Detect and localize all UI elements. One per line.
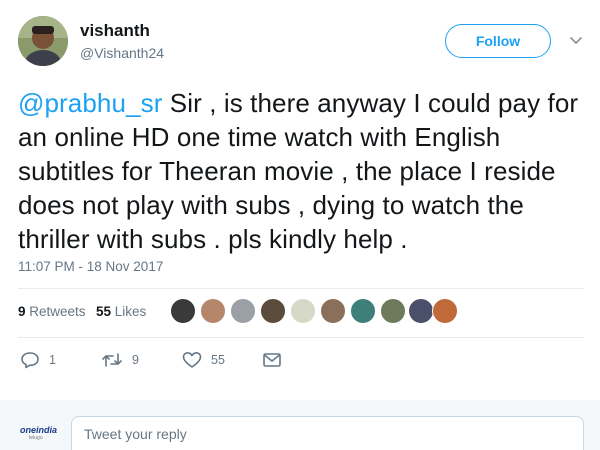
retweets-label: Retweets: [29, 304, 86, 319]
divider: [18, 337, 584, 338]
mention-link[interactable]: @prabhu_sr: [18, 88, 162, 118]
oneindia-logo: oneindia telugu: [20, 420, 60, 446]
tweet-actions: 1 9 55: [18, 345, 584, 375]
reply-input[interactable]: Tweet your reply: [71, 416, 584, 450]
follow-button[interactable]: Follow: [445, 24, 551, 58]
retweets-stat[interactable]: 9 Retweets: [18, 304, 86, 319]
retweets-count: 9: [18, 304, 26, 319]
liker-avatar[interactable]: [200, 298, 226, 324]
logo-subtext: telugu: [29, 435, 43, 441]
likes-stat[interactable]: 55 Likes: [96, 304, 146, 319]
reply-count: 1: [49, 353, 56, 367]
user-avatar[interactable]: [18, 16, 68, 66]
likes-count: 55: [96, 304, 112, 319]
heart-icon: [182, 352, 202, 368]
reply-button[interactable]: 1: [20, 349, 56, 371]
tweet-text: @prabhu_sr Sir , is there anyway I could…: [18, 86, 588, 256]
tweet-stats: 9 Retweets 55 Likes: [18, 296, 584, 330]
liker-avatar[interactable]: [432, 298, 458, 324]
logo-text: oneindia: [20, 425, 58, 435]
divider: [18, 288, 584, 289]
likes-label: Likes: [114, 304, 147, 319]
liker-avatar[interactable]: [260, 298, 286, 324]
user-display-name[interactable]: vishanth: [80, 21, 150, 41]
tweet-header: vishanth @Vishanth24 Follow: [18, 16, 588, 72]
user-handle[interactable]: @Vishanth24: [80, 45, 164, 61]
liker-avatar[interactable]: [170, 298, 196, 324]
reply-area: oneindia telugu Tweet your reply: [0, 400, 600, 450]
tweet-card: vishanth @Vishanth24 Follow @prabhu_sr S…: [0, 0, 600, 450]
tweet-timestamp[interactable]: 11:07 PM - 18 Nov 2017: [18, 259, 163, 274]
liker-avatar[interactable]: [230, 298, 256, 324]
reply-icon: [21, 352, 39, 369]
avatar-photo-icon: [18, 16, 68, 66]
like-button[interactable]: 55: [182, 349, 225, 371]
liker-avatar[interactable]: [380, 298, 406, 324]
retweet-count: 9: [132, 353, 139, 367]
liker-avatar[interactable]: [320, 298, 346, 324]
retweet-button[interactable]: 9: [101, 349, 139, 371]
direct-message-button[interactable]: [262, 349, 282, 371]
retweet-icon: [102, 353, 122, 367]
envelope-icon: [263, 353, 281, 367]
like-count: 55: [211, 353, 225, 367]
liker-avatar[interactable]: [350, 298, 376, 324]
liker-avatar[interactable]: [290, 298, 316, 324]
chevron-down-icon[interactable]: [569, 34, 583, 48]
liker-avatar[interactable]: [408, 298, 434, 324]
